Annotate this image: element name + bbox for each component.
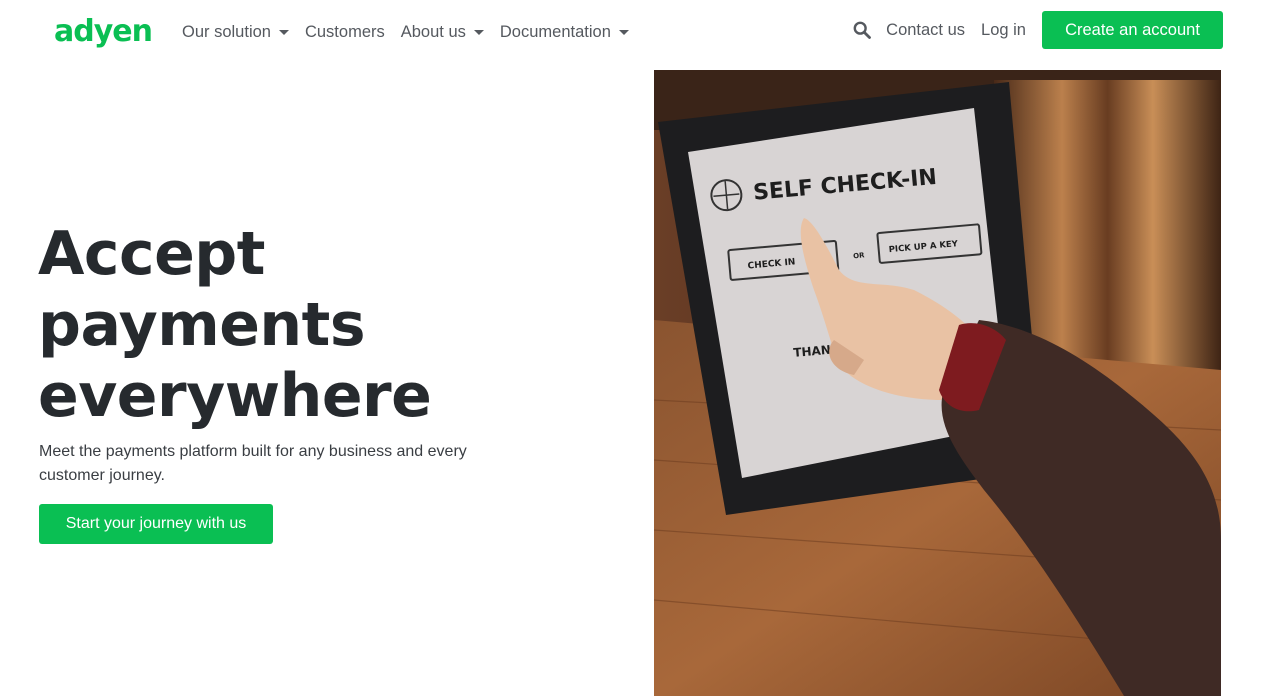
self-check-in-kiosk-image: SELF CHECK-IN CHECK IN OR PICK UP A KEY … bbox=[654, 70, 1221, 696]
secondary-nav: Contact us Log in Create an account bbox=[852, 11, 1223, 49]
or-label: OR bbox=[853, 251, 866, 260]
adyen-logo[interactable]: adyen bbox=[54, 15, 160, 49]
nav-about-us-label: About us bbox=[400, 22, 466, 41]
nav-about-us[interactable]: About us bbox=[401, 23, 484, 42]
hero-subtitle-line: customer journey. bbox=[39, 467, 165, 484]
nav-customers[interactable]: Customers bbox=[305, 23, 385, 42]
logo-text: adyen bbox=[54, 16, 152, 48]
nav-customers-label: Customers bbox=[304, 22, 385, 41]
hero-subtitle-line: Meet the payments platform built for any… bbox=[39, 443, 467, 460]
chevron-down-icon bbox=[278, 30, 289, 35]
logo-wordmark: adyen bbox=[54, 16, 153, 48]
contact-us-link[interactable]: Contact us bbox=[886, 21, 965, 40]
primary-nav: Our solution Customers About us Document… bbox=[182, 19, 645, 45]
hero-title-line: payments bbox=[38, 290, 366, 360]
hero-video[interactable]: SELF CHECK-IN CHECK IN OR PICK UP A KEY … bbox=[654, 70, 1221, 696]
chevron-down-icon bbox=[473, 30, 484, 35]
log-in-link[interactable]: Log in bbox=[981, 21, 1026, 40]
site-header: adyen Our solution Customers About us Do… bbox=[0, 0, 1268, 62]
hero-title: Accept payments everywhere bbox=[38, 219, 558, 432]
hero-title-line: Accept bbox=[38, 219, 265, 289]
hero-title-line: everywhere bbox=[38, 361, 432, 431]
start-journey-button[interactable]: Start your journey with us bbox=[39, 504, 273, 544]
nav-our-solution-label: Our solution bbox=[182, 22, 271, 41]
search-icon bbox=[853, 21, 872, 39]
hero-subtitle: Meet the payments platform built for any… bbox=[39, 440, 509, 488]
nav-our-solution[interactable]: Our solution bbox=[182, 23, 289, 42]
search-button[interactable] bbox=[852, 20, 872, 40]
create-account-button[interactable]: Create an account bbox=[1042, 11, 1223, 49]
nav-documentation[interactable]: Documentation bbox=[500, 23, 629, 42]
nav-documentation-label: Documentation bbox=[499, 22, 611, 41]
chevron-down-icon bbox=[618, 30, 629, 35]
